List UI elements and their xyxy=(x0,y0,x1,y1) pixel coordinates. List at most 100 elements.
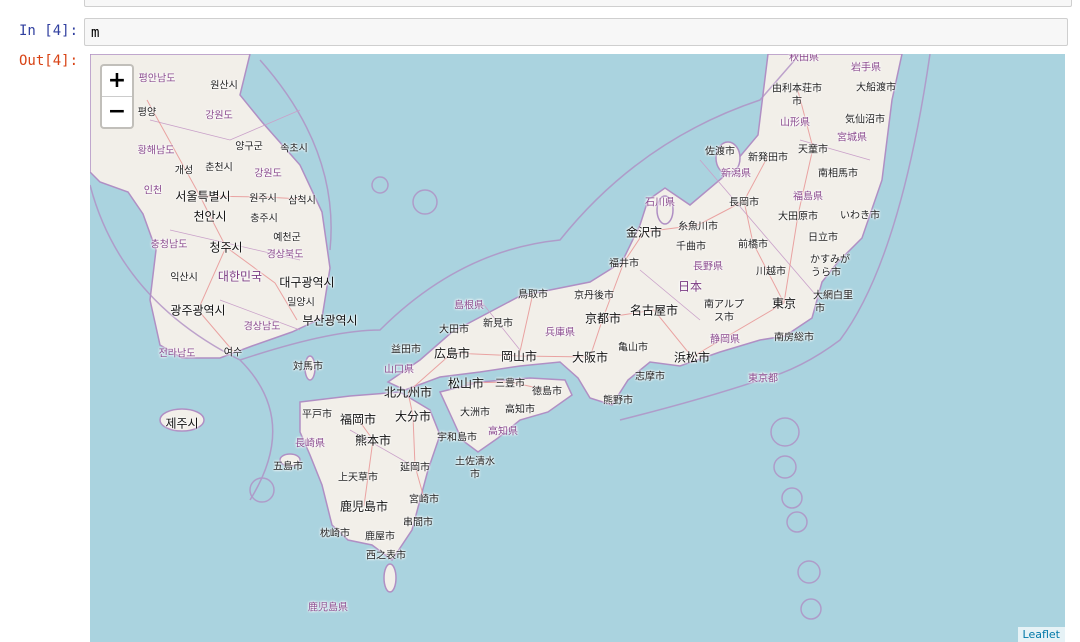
region-label: 秋田県 xyxy=(789,54,819,64)
city-label: 金沢市 xyxy=(625,225,663,240)
region-label: 島根県 xyxy=(454,300,484,312)
region-label: 石川県 xyxy=(645,197,675,209)
city-label: 밀양시 xyxy=(287,297,315,309)
city-label: 高知市 xyxy=(505,404,535,416)
city-label: 福岡市 xyxy=(339,412,377,427)
city-label: 南相馬市 xyxy=(818,168,858,180)
city-label: 福井市 xyxy=(609,258,639,270)
city-label: 五島市 xyxy=(273,461,303,473)
city-label: 上天草市 xyxy=(338,472,378,484)
output-prompt: Out[4]: xyxy=(19,53,79,69)
city-label: 岡山市 xyxy=(500,349,538,364)
city-label: 광주광역시 xyxy=(170,303,226,318)
city-label: 平戸市 xyxy=(302,409,332,421)
region-label: 兵庫県 xyxy=(545,327,575,339)
leaflet-map[interactable]: 평안남도 원산시 평양 강원도 황해남도 양구군 속초시 개성 춘천시 강원도 인천 서울특별시 원주시… xyxy=(90,54,1065,642)
city-label: 前橋市 xyxy=(738,239,768,251)
city-label: 三豊市 xyxy=(495,378,525,390)
city-label: 宮崎市 xyxy=(409,494,439,506)
city-label: 延岡市 xyxy=(400,462,430,474)
city-label: 枕崎市 xyxy=(320,528,350,540)
city-label: 鳥取市 xyxy=(518,289,548,301)
region-label: 강원도 xyxy=(205,110,233,122)
code-cell-input[interactable]: m xyxy=(84,18,1068,46)
city-label: 원주시 xyxy=(249,193,277,205)
previous-cell[interactable] xyxy=(84,0,1072,7)
region-label: 鹿児島県 xyxy=(308,602,348,614)
region-label: 인천 xyxy=(143,185,163,197)
city-label: 大田原市 xyxy=(778,211,818,223)
region-label: 山形県 xyxy=(780,117,810,129)
city-label: 南房総市 xyxy=(774,332,814,344)
zoom-out-button[interactable]: − xyxy=(102,96,132,127)
city-label: 천안시 xyxy=(193,209,227,224)
city-label: ス市 xyxy=(714,312,734,324)
region-label: 충청남도 xyxy=(150,239,188,251)
region-label: 高知県 xyxy=(488,426,518,438)
region-label: 福島県 xyxy=(793,191,823,203)
city-label: 鹿屋市 xyxy=(365,531,395,543)
city-label: 부산광역시 xyxy=(302,313,358,328)
city-label: 대구광역시 xyxy=(279,275,335,290)
city-label: 糸魚川市 xyxy=(678,221,718,233)
city-label: 名古屋市 xyxy=(629,303,679,318)
city-label: 佐渡市 xyxy=(705,146,735,158)
country-label: 대한민국 xyxy=(217,269,263,284)
region-label: 静岡県 xyxy=(710,334,740,346)
city-label: 気仙沼市 xyxy=(845,114,885,126)
zoom-control: + − xyxy=(100,64,134,129)
city-label: 삼척시 xyxy=(288,195,316,207)
region-label: 경상남도 xyxy=(243,321,281,333)
city-label: 日立市 xyxy=(808,232,838,244)
city-label: 大分市 xyxy=(394,409,432,424)
city-label: 京丹後市 xyxy=(574,290,614,302)
region-label: 강원도 xyxy=(254,168,282,180)
input-prompt: In [4]: xyxy=(19,23,79,39)
city-label: 익산시 xyxy=(170,272,198,284)
leaflet-attribution-link[interactable]: Leaflet xyxy=(1017,627,1065,642)
city-label: 大田市 xyxy=(439,324,469,336)
region-label: 山口県 xyxy=(384,364,414,376)
city-label: 松山市 xyxy=(447,376,485,391)
city-label: 北九州市 xyxy=(383,385,433,400)
city-label: 西之表市 xyxy=(366,550,406,562)
city-label: 新見市 xyxy=(483,318,513,330)
city-label: 亀山市 xyxy=(618,342,648,354)
city-label: 大洲市 xyxy=(460,407,490,419)
region-label: 宮城県 xyxy=(837,132,867,144)
city-label: 天童市 xyxy=(798,144,828,156)
city-label: 평양 xyxy=(137,107,157,119)
city-label: 속초시 xyxy=(280,143,308,155)
country-label: 日本 xyxy=(677,279,703,294)
city-label: 熊本市 xyxy=(354,433,392,448)
city-label: 徳島市 xyxy=(532,386,562,398)
city-label: うら市 xyxy=(811,267,841,279)
city-label: 浜松市 xyxy=(673,350,711,365)
region-label: 전라남도 xyxy=(158,348,196,360)
region-label: 新潟県 xyxy=(721,168,751,180)
city-label: 市 xyxy=(470,469,480,481)
city-label: 鹿児島市 xyxy=(339,499,389,514)
region-label: 長野県 xyxy=(693,261,723,273)
city-label: 大船渡市 xyxy=(856,82,896,94)
city-label: 対馬市 xyxy=(293,361,323,373)
city-label: 志摩市 xyxy=(635,371,665,383)
city-label: 大阪市 xyxy=(571,350,609,365)
region-label: 평안남도 xyxy=(138,73,176,85)
city-label: 熊野市 xyxy=(603,395,633,407)
city-label: 서울특별시 xyxy=(175,189,231,204)
city-label: 市 xyxy=(792,96,802,108)
zoom-in-button[interactable]: + xyxy=(102,66,132,96)
city-label: いわき市 xyxy=(840,210,880,222)
region-label: 황해남도 xyxy=(137,145,175,157)
region-label: 長崎県 xyxy=(295,438,325,450)
city-label: 広島市 xyxy=(433,346,471,361)
region-label: 경상북도 xyxy=(266,249,304,261)
city-label: 제주시 xyxy=(165,416,199,431)
city-label: 市 xyxy=(815,303,825,315)
city-label: 개성 xyxy=(174,165,194,177)
city-label: 益田市 xyxy=(391,344,421,356)
city-label: 新発田市 xyxy=(748,152,788,164)
city-label: 예천군 xyxy=(273,232,301,244)
city-label: 宇和島市 xyxy=(437,432,477,444)
